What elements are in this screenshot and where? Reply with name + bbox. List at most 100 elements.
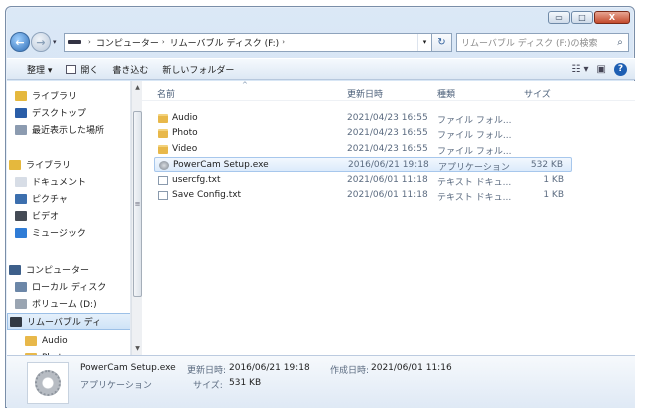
maximize-button[interactable]: □ [571,11,593,24]
application-large-icon [27,362,69,404]
nav-pictures[interactable]: ピクチャ [7,190,68,207]
nav-documents[interactable]: ドキュメント [7,173,86,190]
file-type: ファイル フォル... [437,131,512,142]
view-options-icon[interactable]: ☷ ▾ [571,64,588,75]
computer-icon [9,264,21,275]
nav-item-label: ライブラリ [32,92,78,102]
forward-button[interactable]: → [31,32,51,52]
history-dropdown[interactable]: ▾ [53,38,62,46]
preview-pane-icon[interactable]: ▣ [597,64,606,75]
nav-item-label: ボリューム (D:) [32,300,97,310]
nav-volume-d[interactable]: ボリューム (D:) [7,295,97,312]
nav-item-label: 最近表示した場所 [32,126,105,136]
nav-scrollbar[interactable]: ▲ ≡ ▼ [131,81,142,355]
breadcrumb-separator[interactable]: › [282,38,285,46]
sort-indicator-icon: ^ [242,81,248,89]
breadcrumb-separator[interactable]: › [88,38,91,46]
open-button[interactable]: 開く [66,63,98,76]
close-button[interactable]: X [594,11,630,24]
application-icon [159,161,169,171]
content-area: ライブラリ デスクトップ 最近表示した場所 ライブラリ ドキュメント ピクチャ ビデオ ミュー… [7,81,635,355]
nav-local-disk[interactable]: ローカル ディスク [7,278,106,295]
nav-libraries[interactable]: ライブラリ [7,156,71,173]
breadcrumb-computer[interactable]: コンピューター [96,36,159,49]
address-dropdown[interactable]: ▾ [417,33,431,51]
details-size-label: サイズ: [193,381,223,391]
file-row[interactable]: PowerCam Setup.exe 2016/06/21 19:18 アプリケーシ… [154,157,572,174]
refresh-button[interactable]: ↻ [432,32,452,52]
drive-icon [68,40,81,44]
search-input[interactable]: リムーバブル ディスク (F:)の検索 ⌕ [456,32,629,52]
file-row[interactable]: Video 2021/04/23 16:55 ファイル フォル... [154,142,572,157]
nav-item-label: デスクトップ [32,109,87,119]
text-file-icon [158,191,168,200]
address-bar[interactable]: › コンピューター › リムーバブル ディスク (F:) › ▾ [64,32,432,52]
column-name[interactable]: 名前 [157,87,175,100]
file-type: テキスト ドキュ... [437,177,512,188]
column-size[interactable]: サイズ [524,87,551,100]
nav-item-label: ローカル ディスク [32,283,107,293]
local-disk-icon [15,281,27,292]
window-controls: ▭ □ X [548,11,630,24]
removable-disk-icon [10,316,22,327]
back-button[interactable]: ← [10,32,30,52]
library-icon [15,90,27,101]
file-modified: 2021/06/01 11:18 [347,190,428,200]
folder-icon [158,144,168,154]
column-modified[interactable]: 更新日時 [347,87,383,100]
nav-recent-places[interactable]: 最近表示した場所 [7,121,104,138]
nav-item-label: ピクチャ [32,195,68,205]
nav-removable-disk[interactable]: リムーバブル ディ [7,313,130,330]
scroll-thumb[interactable]: ≡ [133,111,142,297]
nav-music[interactable]: ミュージック [7,224,86,241]
search-placeholder: リムーバブル ディスク (F:)の検索 [461,38,598,49]
open-label: 開く [80,65,99,76]
minimize-button[interactable]: ▭ [548,11,570,24]
file-name: Save Config.txt [172,190,242,200]
explorer-window: ▭ □ X ← → ▾ › コンピューター › リムーバブル ディスク (F:)… [5,6,635,408]
column-type[interactable]: 種類 [437,87,455,100]
nav-computer[interactable]: コンピューター [7,261,89,278]
organize-label: 整理 ▾ [27,65,53,76]
nav-favorites-libraries[interactable]: ライブラリ [7,87,77,104]
folder-icon [25,335,37,346]
nav-folder-audio[interactable]: Audio [7,332,68,349]
file-row[interactable]: Save Config.txt 2021/06/01 11:18 テキスト ドキュ.… [154,188,572,203]
nav-item-label: ドキュメント [32,178,87,188]
magnifier-icon[interactable]: ⌕ [612,37,628,48]
new-folder-button[interactable]: 新しいフォルダー [162,63,234,76]
burn-button[interactable]: 書き込む [112,63,148,76]
details-modified-label: 更新日時: [187,366,227,376]
address-row: ← → ▾ › コンピューター › リムーバブル ディスク (F:) › ▾ ↻… [10,29,632,55]
nav-videos[interactable]: ビデオ [7,207,59,224]
volume-icon [15,298,27,309]
details-type: アプリケーション [80,381,152,391]
text-file-icon [158,175,168,185]
file-modified: 2021/04/23 16:55 [347,143,428,154]
file-name: usercfg.txt [172,174,221,185]
file-type: アプリケーション [438,163,510,174]
file-modified: 2021/04/23 16:55 [347,128,428,139]
file-name: Video [172,143,198,154]
organize-button[interactable]: 整理 ▾ [27,63,52,76]
documents-icon [15,176,27,187]
details-created-label: 作成日時: [330,366,370,376]
file-row[interactable]: Audio 2021/04/23 16:55 ファイル フォル... [154,111,572,126]
libraries-icon [9,159,21,170]
nav-item-label: リムーバブル ディ [27,318,102,328]
file-type: ファイル フォル... [437,146,512,157]
file-modified: 2016/06/21 19:18 [348,160,429,171]
file-row[interactable]: Photo 2021/04/23 16:55 ファイル フォル... [154,126,572,141]
desktop-icon [15,107,27,118]
pictures-icon [15,193,27,204]
nav-desktop[interactable]: デスクトップ [7,104,86,121]
command-bar: 整理 ▾ 開く 書き込む 新しいフォルダー ☷ ▾ ▣ ? [7,58,635,80]
nav-item-label: ライブラリ [26,161,72,171]
file-size: 1 KB [543,190,564,200]
breadcrumb-removable-disk[interactable]: リムーバブル ディスク (F:) [170,36,280,49]
help-icon[interactable]: ? [614,62,627,76]
open-icon [66,64,77,74]
breadcrumb-separator[interactable]: › [162,38,165,46]
file-row[interactable]: usercfg.txt 2021/06/01 11:18 テキスト ドキュ... 1 … [154,173,572,188]
file-modified: 2021/06/01 11:18 [347,174,428,185]
